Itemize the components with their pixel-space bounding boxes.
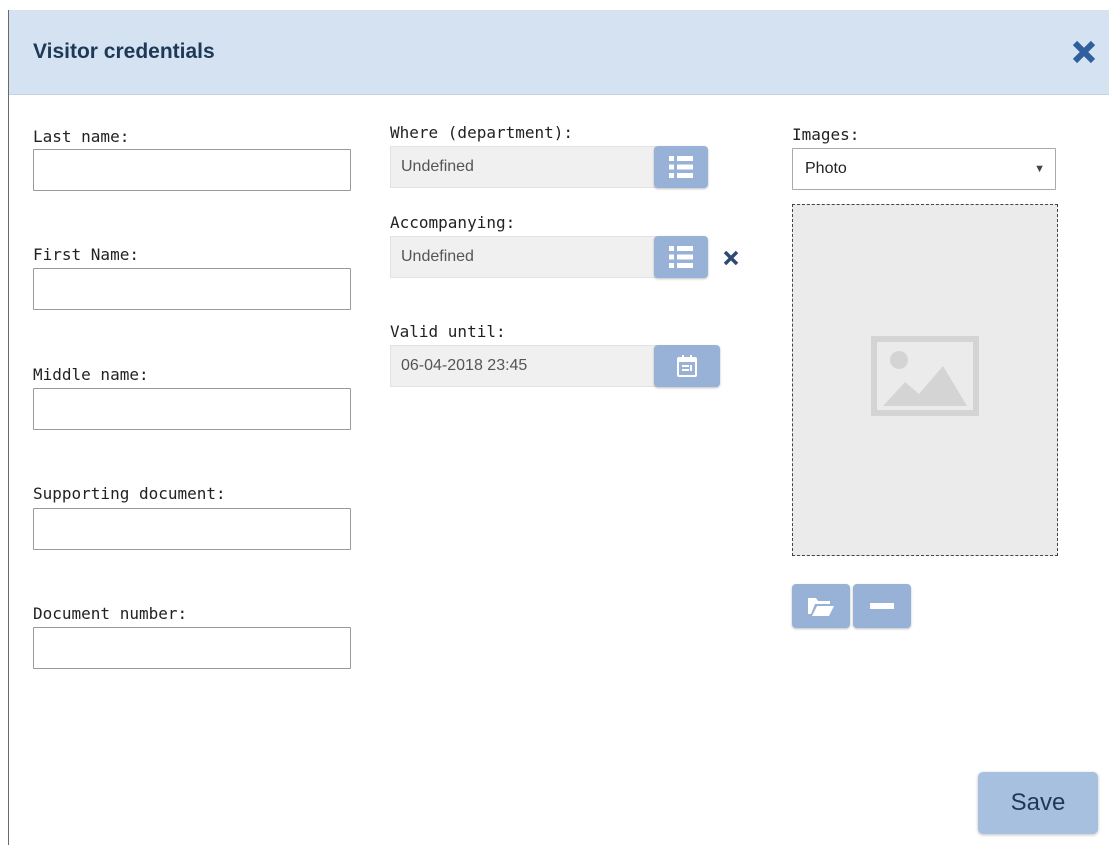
image-type-select[interactable]: Photo ▼ <box>792 148 1056 190</box>
department-field: Undefined <box>390 146 656 188</box>
dialog-header: Visitor credentials <box>9 10 1109 95</box>
accompanying-field: Undefined <box>390 236 656 278</box>
date-picker-button[interactable] <box>654 345 720 387</box>
photo-preview[interactable] <box>792 204 1058 556</box>
images-label: Images: <box>792 125 860 144</box>
folder-open-icon <box>808 598 834 616</box>
minus-icon <box>870 603 894 609</box>
middle-name-field[interactable] <box>33 388 351 430</box>
save-button[interactable]: Save <box>978 772 1098 834</box>
window-edge <box>8 10 9 845</box>
last-name-field[interactable] <box>33 149 351 191</box>
supporting-document-label: Supporting document: <box>33 484 226 503</box>
supporting-document-field[interactable] <box>33 508 351 550</box>
list-icon <box>669 156 693 178</box>
open-image-button[interactable] <box>792 584 850 628</box>
document-number-label: Document number: <box>33 604 188 623</box>
last-name-label: Last name: <box>33 127 130 146</box>
clear-accompanying-button[interactable] <box>723 250 739 270</box>
middle-name-label: Middle name: <box>33 365 149 384</box>
accompanying-select-button[interactable] <box>654 236 708 278</box>
dropdown-arrow-icon: ▼ <box>1034 163 1045 175</box>
document-number-field[interactable] <box>33 627 351 669</box>
valid-until-label: Valid until: <box>390 322 506 341</box>
image-type-selected: Photo <box>805 160 847 177</box>
remove-image-button[interactable] <box>853 584 911 628</box>
image-placeholder-icon <box>871 336 979 416</box>
first-name-label: First Name: <box>33 245 139 264</box>
close-button[interactable] <box>1069 37 1099 67</box>
first-name-field[interactable] <box>33 268 351 310</box>
list-icon <box>669 246 693 268</box>
dialog-title: Visitor credentials <box>33 40 215 63</box>
department-label: Where (department): <box>390 123 574 142</box>
department-select-button[interactable] <box>654 146 708 188</box>
accompanying-label: Accompanying: <box>390 213 516 232</box>
close-icon <box>723 250 739 266</box>
calendar-icon <box>677 355 697 377</box>
valid-until-field: 06-04-2018 23:45 <box>390 345 656 387</box>
close-icon <box>1072 40 1096 64</box>
